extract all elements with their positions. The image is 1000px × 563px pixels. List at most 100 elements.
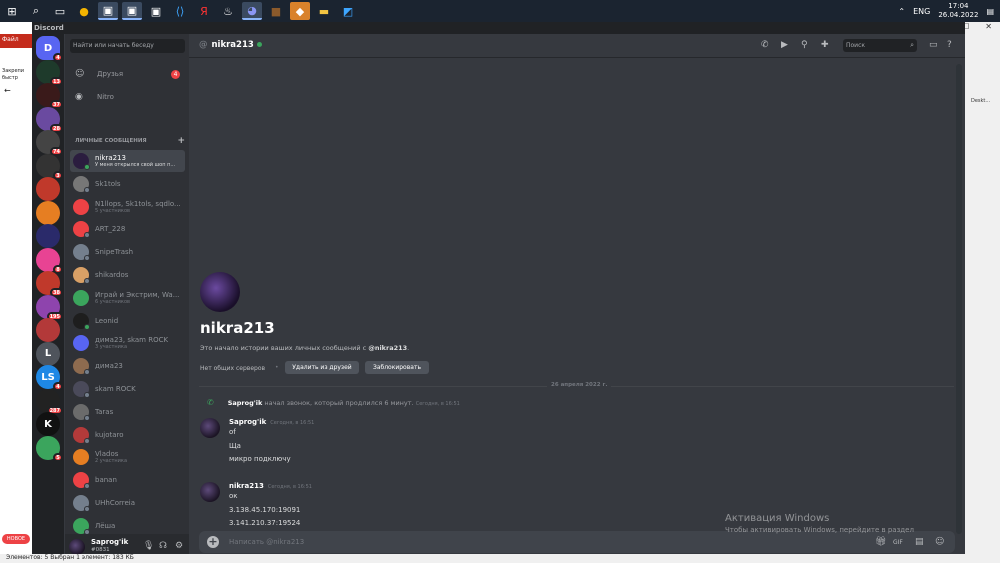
guild-icon[interactable]: 5 xyxy=(36,435,63,462)
dm-text: shikardos xyxy=(95,271,128,279)
guild-icon[interactable]: K xyxy=(36,412,60,436)
windows-start-icon[interactable]: ⊞ xyxy=(2,2,22,20)
video-call-icon[interactable]: ▶ xyxy=(781,40,788,50)
guild-icon[interactable]: 8 xyxy=(36,247,63,274)
minecraft-icon[interactable]: ■ xyxy=(266,2,286,20)
dm-item[interactable]: shikardos xyxy=(70,264,185,286)
chrome-icon[interactable]: ● xyxy=(74,2,94,20)
inbox-icon[interactable]: ▭ xyxy=(929,40,938,50)
guild-icon[interactable]: 3 xyxy=(36,153,63,180)
guild-icon[interactable]: 37 xyxy=(36,83,63,109)
status-indicator xyxy=(84,506,90,512)
explorer-window: Файл Закрепи быстр ← xyxy=(0,22,32,563)
yandex-icon[interactable]: Я xyxy=(194,2,214,20)
message-timestamp: Сегодня, в 16:51 xyxy=(270,420,315,426)
app-window-icon[interactable]: ▣ xyxy=(98,2,118,20)
guild-icon[interactable]: L xyxy=(36,341,60,366)
dm-item[interactable]: Vlados 2 участника xyxy=(70,446,185,468)
guild-icon[interactable]: 13 xyxy=(36,59,63,86)
voice-call-icon[interactable]: ✆ xyxy=(761,40,769,50)
language-indicator[interactable]: ENG xyxy=(913,7,930,16)
dm-item[interactable]: banan xyxy=(70,469,185,491)
dm-avatar xyxy=(73,381,90,398)
new-badge[interactable]: НОВОЕ xyxy=(2,534,30,544)
dm-item[interactable]: SnipeTrash xyxy=(70,241,185,263)
message-author-name[interactable]: Saprog'ik xyxy=(229,418,266,426)
user-avatar[interactable] xyxy=(69,539,85,555)
app-window-icon[interactable]: ▣ xyxy=(122,2,142,20)
call-author[interactable]: Saprog'ik xyxy=(228,399,263,407)
guild-icon[interactable]: 74 xyxy=(36,130,63,156)
guild-icon[interactable]: 195 xyxy=(36,294,63,321)
message-composer[interactable]: + Написать @nikra213 🎁︎ GIF ▤ ☺ xyxy=(199,531,955,553)
help-icon[interactable]: ? xyxy=(947,40,952,50)
dm-item[interactable]: Taras xyxy=(70,401,185,423)
notifications-icon[interactable]: ▤ xyxy=(986,7,994,16)
dm-item[interactable]: kujotaro xyxy=(70,424,185,446)
message-text: Ща xyxy=(229,441,241,450)
message-author-name[interactable]: nikra213 xyxy=(229,482,264,490)
dm-name: shikardos xyxy=(95,271,129,279)
guild-icon[interactable]: 287 xyxy=(36,388,63,415)
dm-search-input[interactable]: Найти или начать беседу xyxy=(70,39,185,53)
folder-icon[interactable]: ▬ xyxy=(314,2,334,20)
dm-item[interactable]: UHhCorreia xyxy=(70,492,185,514)
dm-item[interactable]: дима23 xyxy=(70,355,185,377)
explorer-file-tab[interactable]: Файл xyxy=(0,34,32,48)
guild-icon[interactable] xyxy=(36,224,60,248)
clock[interactable]: 17:04 26.04.2022 xyxy=(938,2,978,20)
dm-item[interactable]: дима23, skam ROCK 3 участника xyxy=(70,332,185,354)
settings-gear-icon[interactable]: ⚙ xyxy=(175,541,183,551)
photos-icon[interactable]: ◩ xyxy=(338,2,358,20)
guild-icon[interactable] xyxy=(36,318,60,342)
guild-icon[interactable] xyxy=(36,177,60,201)
discord-title-bar: Discord xyxy=(32,22,965,34)
remove-friend-button[interactable]: Удалить из друзей xyxy=(285,361,359,374)
dm-text: Taras xyxy=(95,408,113,416)
system-tray: ⌃ ENG 17:04 26.04.2022 ▤ xyxy=(898,0,994,22)
dm-item[interactable]: Sk1tols xyxy=(70,173,185,195)
headphones-icon[interactable]: ☊ xyxy=(159,541,167,551)
emoji-icon[interactable]: ☺ xyxy=(935,537,944,547)
task-view-icon[interactable]: ▭ xyxy=(50,2,70,20)
tray-chevron-icon[interactable]: ⌃ xyxy=(898,7,905,16)
dm-item[interactable]: N1llops, Sk1tols, sqdlo... 5 участников xyxy=(70,196,185,218)
search-icon[interactable]: ⌕ xyxy=(26,2,46,20)
dm-item[interactable]: ART_228 xyxy=(70,218,185,240)
close-icon[interactable]: ✕ xyxy=(985,22,992,34)
nav-friends[interactable]: ☺ Друзья 4 xyxy=(70,65,185,83)
dm-text: SnipeTrash xyxy=(95,248,133,256)
message-avatar[interactable] xyxy=(200,482,220,502)
block-button[interactable]: Заблокировать xyxy=(365,361,429,374)
dm-item[interactable]: nikra213 У меня открылся свой шоп п... xyxy=(70,150,185,172)
intro-text: Это начало истории ваших личных сообщени… xyxy=(200,344,409,352)
guild-icon[interactable]: 38 xyxy=(36,271,63,297)
header-search-input[interactable]: Поиск ⌕ xyxy=(843,39,917,52)
app-window-icon[interactable]: ▣ xyxy=(146,2,166,20)
dm-item[interactable]: Играй и Экстрим, Wa... 6 участников xyxy=(70,287,185,309)
message-scrollbar[interactable] xyxy=(956,64,962,534)
guild-icon[interactable] xyxy=(36,200,60,225)
nav-nitro[interactable]: ◉ Nitro xyxy=(70,88,185,106)
sticker-icon[interactable]: ▤ xyxy=(915,537,924,547)
pinned-messages-icon[interactable]: ⚲ xyxy=(801,40,808,50)
microphone-icon[interactable]: 🎙︎ xyxy=(143,541,154,551)
dm-avatar xyxy=(73,358,90,376)
explorer-back-icon[interactable]: ← xyxy=(0,82,32,99)
guild-icon[interactable]: LS 4 xyxy=(36,365,63,391)
dm-avatar xyxy=(73,198,89,215)
home-discord-icon[interactable]: D4 xyxy=(36,36,63,62)
vpn-icon[interactable]: ◆ xyxy=(290,2,310,20)
steam-icon[interactable]: ♨ xyxy=(218,2,238,20)
guild-icon[interactable]: 28 xyxy=(36,106,63,133)
dm-item[interactable]: Leonid xyxy=(70,310,185,332)
gif-icon[interactable]: GIF xyxy=(893,539,903,546)
gift-icon[interactable]: 🎁︎ xyxy=(875,537,886,547)
add-friend-to-dm-icon[interactable]: ✚ xyxy=(821,40,829,50)
create-dm-icon[interactable]: + xyxy=(177,136,185,146)
dm-item[interactable]: skam ROCK xyxy=(70,378,185,400)
message-avatar[interactable] xyxy=(200,418,220,438)
attach-plus-icon[interactable]: + xyxy=(207,536,219,548)
discord-taskbar-icon[interactable]: ◕ xyxy=(242,2,262,20)
vscode-icon[interactable]: ⟨⟩ xyxy=(170,2,190,20)
